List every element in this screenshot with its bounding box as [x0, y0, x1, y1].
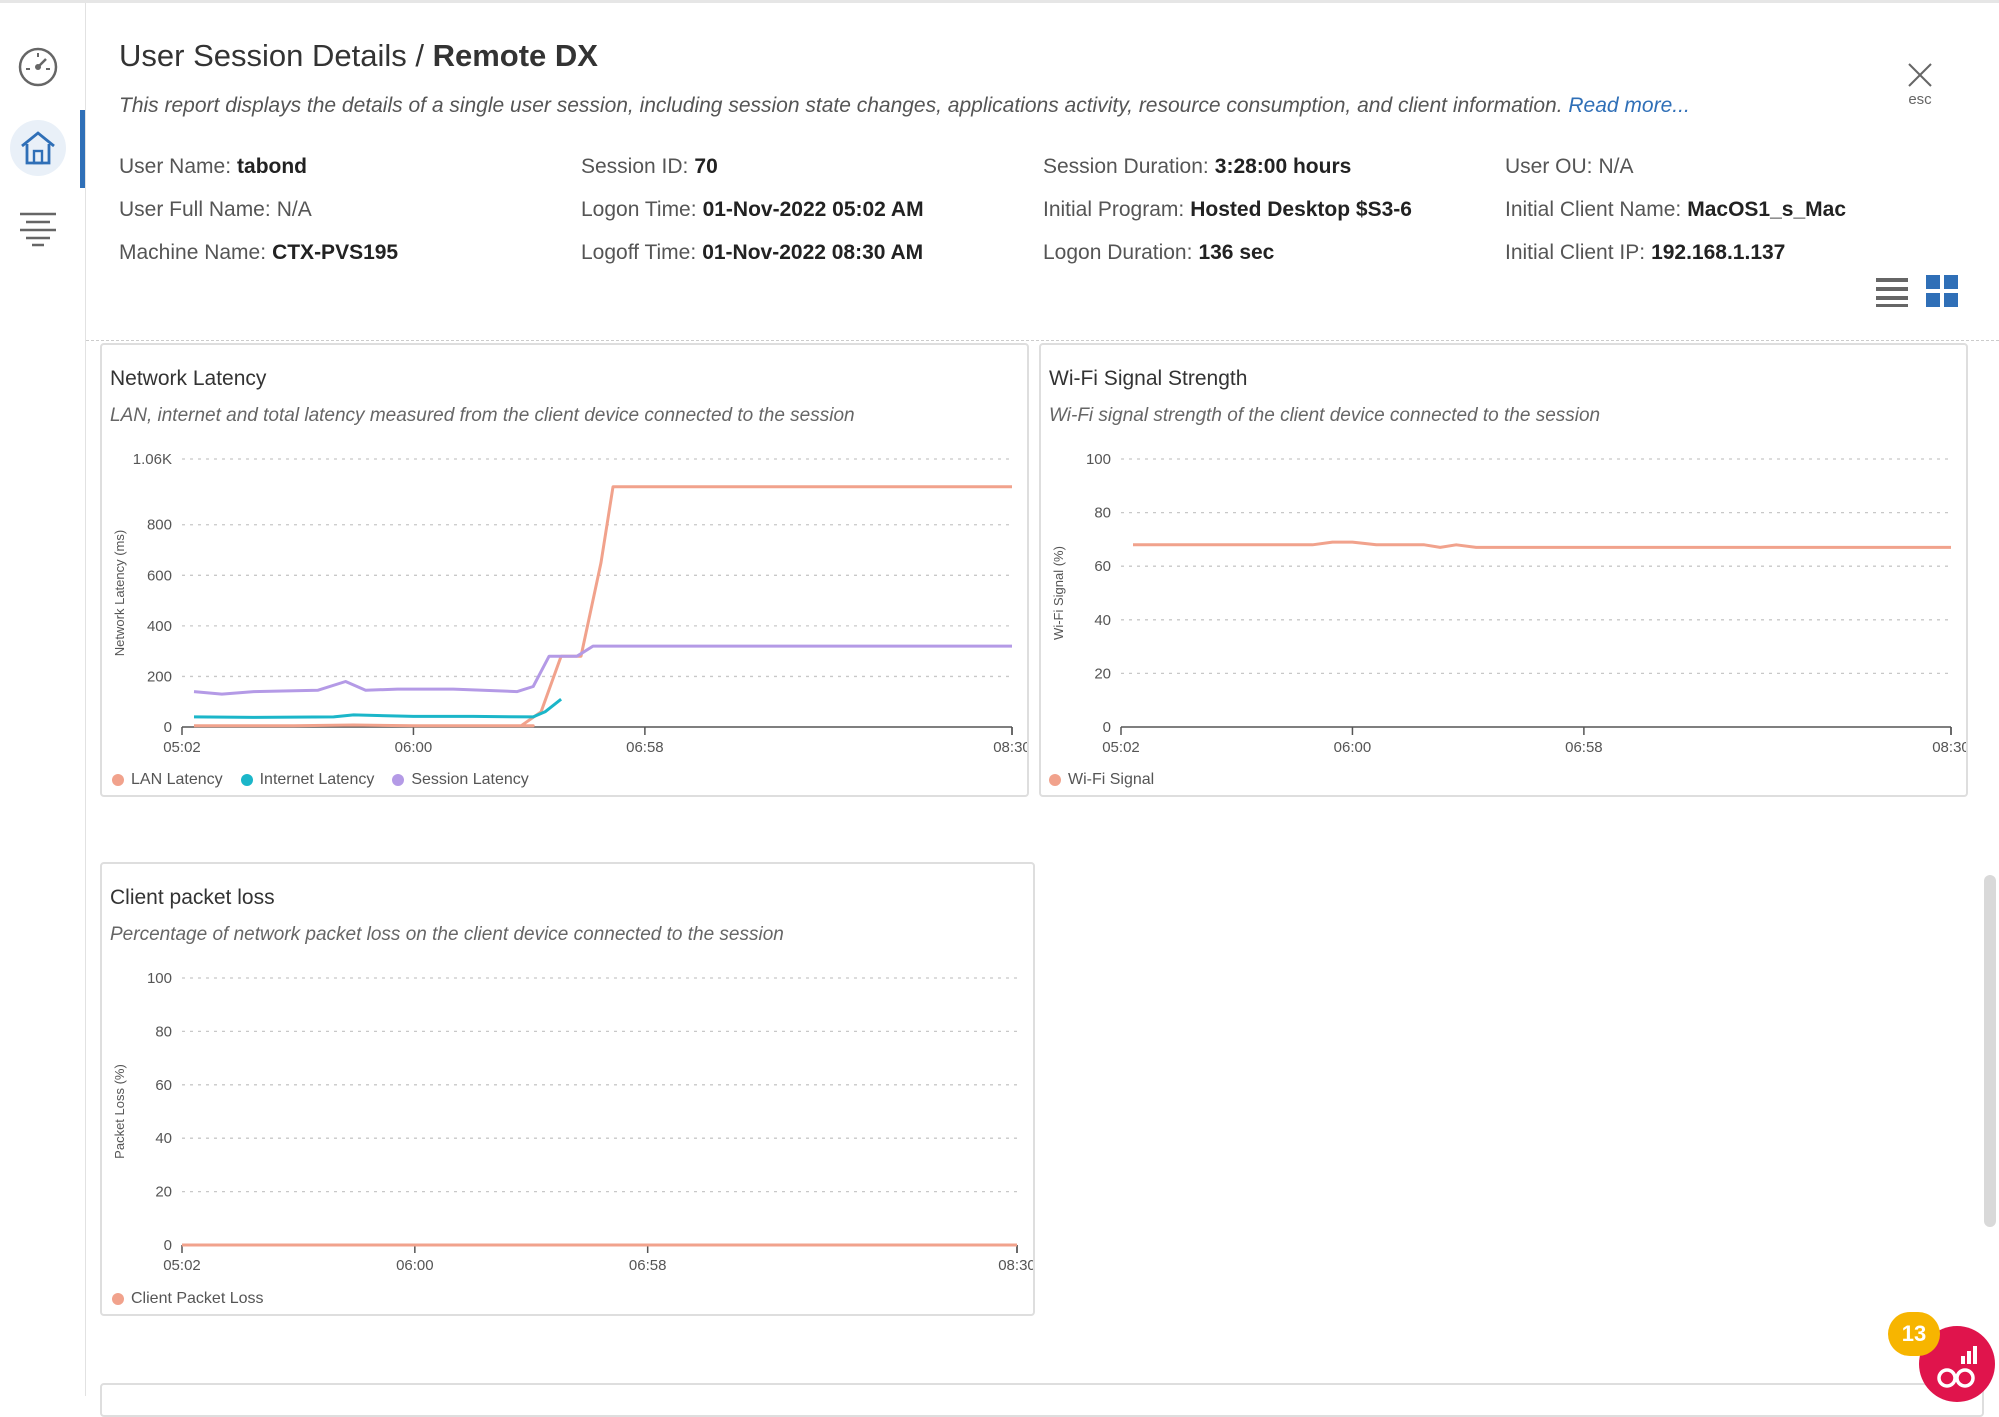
- scrollbar-thumb[interactable]: [1984, 875, 1996, 1227]
- active-indicator: [80, 110, 85, 188]
- notification-badge[interactable]: 13: [1888, 1312, 1940, 1356]
- network-latency-chart: 0 200 400 600 800 1.06K 05:02 06:00 06:58 08:30 Ne…: [112, 451, 1027, 756]
- section-divider: [86, 340, 1999, 341]
- y-tick-label: 0: [164, 719, 172, 736]
- grid-view-icon[interactable]: [1926, 275, 1958, 307]
- x-tick-label: 06:58: [1565, 739, 1603, 756]
- info-initial-program: Initial Program: Hosted Desktop $S3-6: [1043, 198, 1412, 221]
- y-tick-label: 800: [147, 517, 172, 534]
- legend-dot: [112, 774, 124, 786]
- y-tick-label: 20: [1094, 665, 1111, 682]
- x-tick-label: 05:02: [163, 739, 201, 756]
- y-tick-label: 1.06K: [133, 451, 172, 468]
- legend-item[interactable]: Session Latency: [392, 771, 529, 789]
- y-tick-label: 100: [147, 970, 172, 987]
- info-session-duration: Session Duration: 3:28:00 hours: [1043, 155, 1352, 178]
- chart-legend: Client Packet Loss: [112, 1290, 264, 1308]
- legend-item[interactable]: LAN Latency: [112, 771, 223, 789]
- x-tick-label: 08:30: [998, 1257, 1033, 1274]
- legend-dot: [112, 1293, 124, 1305]
- info-user-name: User Name: tabond: [119, 155, 308, 178]
- y-tick-label: 80: [155, 1023, 172, 1040]
- wifi-signal-chart: 0 20 40 60 80 100 05:02 06:00 06:58 08:30 Wi-Fi Si…: [1051, 451, 1966, 756]
- y-tick-label: 0: [164, 1237, 172, 1254]
- info-user-ou: User OU: N/A: [1505, 155, 1634, 178]
- x-tick-label: 08:30: [993, 739, 1027, 756]
- legend-item[interactable]: Internet Latency: [240, 771, 374, 789]
- page-description: This report displays the details of a si…: [119, 94, 1690, 117]
- close-button[interactable]: esc: [1900, 60, 1940, 108]
- legend-dot: [240, 774, 253, 786]
- y-axis-label: Network Latency (ms): [112, 530, 127, 656]
- close-icon: [1908, 63, 1932, 87]
- x-tick-label: 05:02: [1102, 739, 1140, 756]
- x-tick-label: 06:00: [396, 1257, 434, 1274]
- close-esc-label: esc: [1908, 91, 1932, 108]
- info-logon-duration: Logon Duration: 136 sec: [1043, 241, 1275, 264]
- dashboard-icon[interactable]: [10, 39, 66, 95]
- series-line-wi-fi-signal: [1133, 540, 1951, 549]
- x-tick-label: 06:58: [629, 1257, 667, 1274]
- y-tick-label: 80: [1094, 505, 1111, 522]
- filter-list-icon[interactable]: [10, 200, 66, 256]
- home-icon[interactable]: [10, 120, 66, 176]
- packet-loss-card: Client packet loss Percentage of network…: [100, 862, 1035, 1316]
- x-tick-label: 06:00: [1334, 739, 1372, 756]
- network-latency-card: Network Latency LAN, internet and total …: [100, 343, 1029, 797]
- read-more-link[interactable]: Read more...: [1568, 94, 1689, 117]
- sidebar: [0, 3, 86, 1396]
- x-tick-label: 08:30: [1932, 739, 1966, 756]
- assistant-widget[interactable]: 13: [1888, 1312, 1999, 1402]
- y-tick-label: 60: [1094, 558, 1111, 575]
- page-title: User Session Details / Remote DX: [119, 38, 598, 73]
- legend-item[interactable]: Wi-Fi Signal: [1049, 771, 1154, 789]
- view-toggle: [1876, 275, 1958, 307]
- chart-legend: Wi-Fi Signal: [1049, 771, 1154, 789]
- info-user-full-name: User Full Name: N/A: [119, 198, 312, 221]
- packet-loss-chart: 0 20 40 60 80 100 05:02 06:00 06:58 08:30 Packet L…: [112, 970, 1033, 1274]
- page-title-main: Remote DX: [432, 38, 598, 73]
- y-axis-label: Wi-Fi Signal (%): [1051, 546, 1066, 640]
- series-line-session-latency: [193, 644, 1012, 696]
- x-tick-label: 05:02: [163, 1257, 201, 1274]
- info-initial-client-name: Initial Client Name: MacOS1_s_Mac: [1505, 198, 1846, 221]
- y-tick-label: 60: [155, 1077, 172, 1094]
- chart-legend: LAN Latency Internet Latency Session Lat…: [112, 771, 529, 789]
- wifi-signal-card: Wi-Fi Signal Strength Wi-Fi signal stren…: [1039, 343, 1968, 797]
- y-tick-label: 40: [1094, 612, 1111, 629]
- info-logoff-time: Logoff Time: 01-Nov-2022 08:30 AM: [581, 241, 924, 264]
- legend-dot: [1049, 774, 1061, 786]
- series-line-internet-latency: [193, 698, 563, 719]
- y-tick-label: 200: [147, 668, 172, 685]
- y-tick-label: 600: [147, 567, 172, 584]
- y-tick-label: 20: [155, 1184, 172, 1201]
- info-initial-client-ip: Initial Client IP: 192.168.1.137: [1505, 241, 1786, 264]
- info-session-id: Session ID: 70: [581, 155, 718, 178]
- y-axis-label: Packet Loss (%): [112, 1064, 127, 1159]
- x-tick-label: 06:58: [626, 739, 664, 756]
- info-machine-name: Machine Name: CTX-PVS195: [119, 241, 399, 264]
- y-tick-label: 400: [147, 618, 172, 635]
- legend-item[interactable]: Client Packet Loss: [112, 1290, 264, 1308]
- y-tick-label: 40: [155, 1130, 172, 1147]
- info-logon-time: Logon Time: 01-Nov-2022 05:02 AM: [581, 198, 924, 221]
- y-tick-label: 100: [1086, 451, 1111, 468]
- top-border: [0, 0, 1999, 3]
- legend-dot: [392, 774, 405, 786]
- x-tick-label: 06:00: [395, 739, 433, 756]
- y-tick-label: 0: [1103, 719, 1111, 736]
- next-card-edge: [100, 1383, 1984, 1417]
- list-view-icon[interactable]: [1876, 275, 1908, 307]
